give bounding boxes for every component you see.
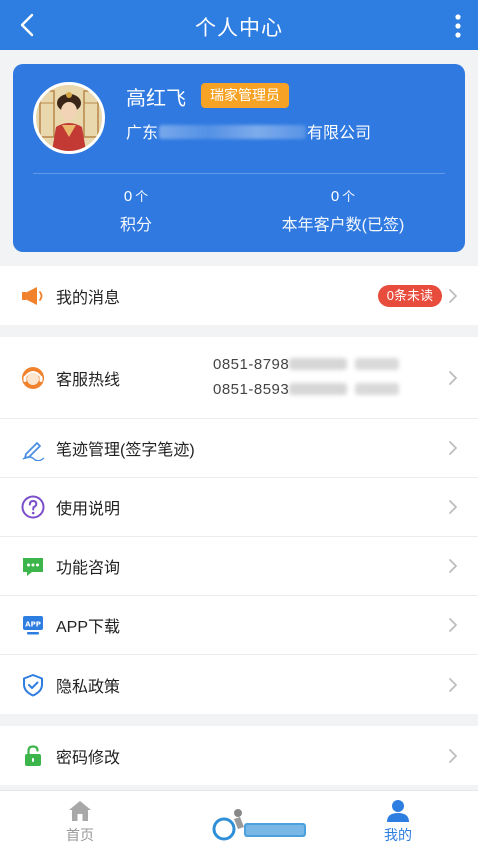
- megaphone-icon: [22, 286, 43, 305]
- customers-label: 本年客户数(已签): [281, 217, 405, 234]
- menu-label-password: 密码修改: [56, 749, 121, 767]
- card-divider: [33, 173, 445, 174]
- tab-home[interactable]: 首页: [20, 791, 140, 850]
- chevron-right-icon: [449, 288, 457, 303]
- question-circle-icon: [21, 495, 45, 519]
- hotline-numbers: 0851-8798 0851-8593: [213, 352, 400, 402]
- company-prefix: 广东: [126, 125, 159, 142]
- user-name: 高红飞: [126, 88, 186, 110]
- shield-check-icon: [23, 673, 43, 696]
- chat-bubble-icon: [23, 558, 43, 576]
- redacted-text: [355, 358, 400, 370]
- company-suffix: 有限公司: [307, 125, 372, 142]
- home-icon: [69, 801, 91, 821]
- chevron-right-icon: [449, 370, 457, 385]
- chevron-right-icon: [449, 441, 457, 455]
- phone-number-2[interactable]: 0851-8593: [213, 381, 289, 398]
- tab-home-label: 首页: [66, 827, 94, 843]
- phone-number-1[interactable]: 0851-8798: [213, 356, 289, 373]
- menu-label-hotline: 客服热线: [56, 371, 121, 389]
- security-section: 密码修改: [0, 726, 478, 785]
- points-unit: 个: [135, 189, 149, 204]
- tab-mine[interactable]: 我的: [338, 791, 458, 850]
- redacted-text: [289, 358, 348, 370]
- menu-item-privacy[interactable]: 隐私政策: [0, 655, 478, 714]
- menu-label-download: APP下载: [56, 619, 121, 636]
- watermark-logo-icon: [212, 809, 306, 841]
- customers-unit: 个: [342, 189, 356, 204]
- role-badge: 瑞家管理员: [201, 83, 289, 108]
- unread-badge: 0条未读: [377, 284, 442, 307]
- chevron-right-icon: [449, 500, 457, 514]
- chevron-right-icon: [449, 559, 457, 573]
- menu-item-hotline[interactable]: 客服热线 0851-8798 0851-8593: [0, 337, 478, 419]
- menu-item-download[interactable]: APP APP下载: [0, 596, 478, 655]
- chevron-right-icon: [449, 677, 457, 692]
- menu-label-consult: 功能咨询: [56, 560, 121, 577]
- redacted-text: [355, 383, 400, 395]
- menu-item-manual[interactable]: 使用说明: [0, 478, 478, 537]
- chevron-right-icon: [449, 618, 457, 632]
- services-section: 客服热线 0851-8798 0851-8593 笔迹管理(签字笔迹) 使用说明: [0, 337, 478, 714]
- menu-item-password[interactable]: 密码修改: [0, 726, 478, 785]
- bottom-tab-bar: 首页 我的: [0, 790, 478, 850]
- menu-item-signature[interactable]: 笔迹管理(签字笔迹): [0, 419, 478, 478]
- svg-text:APP: APP: [25, 621, 41, 629]
- lock-icon: [25, 744, 41, 766]
- points-value: 0: [123, 188, 133, 205]
- menu-label-messages: 我的消息: [56, 289, 121, 307]
- menu-item-consult[interactable]: 功能咨询: [0, 537, 478, 596]
- company-name: 广东 有限公司: [126, 119, 371, 143]
- user-icon: [387, 800, 409, 822]
- page-title: 个人中心: [195, 17, 283, 40]
- more-vertical-icon[interactable]: [454, 13, 462, 39]
- customer-service-icon: [22, 366, 44, 389]
- customers-stat[interactable]: 0个 本年客户数(已签): [268, 186, 418, 235]
- avatar[interactable]: [33, 82, 105, 154]
- redacted-text: [289, 383, 348, 395]
- chevron-right-icon: [449, 748, 457, 763]
- points-label: 积分: [119, 217, 152, 234]
- points-stat[interactable]: 0个 积分: [93, 186, 179, 235]
- menu-label-privacy: 隐私政策: [56, 678, 121, 696]
- profile-card: 高红飞 瑞家管理员 广东 有限公司 0个 积分 0个 本年客户数(已签): [13, 64, 465, 252]
- messages-section: 我的消息 0条未读: [0, 266, 478, 325]
- menu-label-signature: 笔迹管理(签字笔迹): [56, 442, 195, 459]
- top-bar: 个人中心: [0, 0, 478, 50]
- tab-mine-label: 我的: [384, 827, 412, 843]
- menu-label-manual: 使用说明: [56, 501, 121, 518]
- menu-item-messages[interactable]: 我的消息 0条未读: [0, 266, 478, 325]
- customers-value: 0: [330, 188, 340, 205]
- redacted-text: [159, 125, 307, 139]
- pen-icon: [22, 442, 45, 461]
- app-download-icon: APP: [23, 616, 43, 635]
